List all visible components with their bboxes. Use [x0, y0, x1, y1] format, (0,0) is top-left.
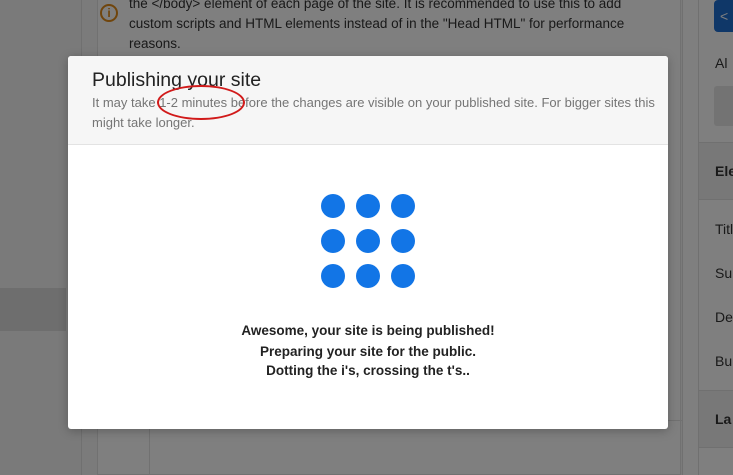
spinner-dot [321, 264, 345, 288]
status-message-1: Awesome, your site is being published! [241, 323, 495, 338]
spinner-dot [391, 194, 415, 218]
status-message-2: Preparing your site for the public. [259, 344, 477, 359]
spinner-dot [356, 229, 380, 253]
spinner-dot [321, 229, 345, 253]
spinner-dot [356, 194, 380, 218]
dialog-header: Publishing your site It may take 1-2 min… [68, 56, 668, 145]
loading-spinner-icon [321, 194, 417, 290]
annotation-circle [157, 85, 245, 120]
spinner-dot [391, 264, 415, 288]
spinner-dot [321, 194, 345, 218]
publishing-dialog: Publishing your site It may take 1-2 min… [68, 56, 668, 429]
status-message-3: Dotting the i's, crossing the t's.. [266, 363, 470, 378]
spinner-dot [391, 229, 415, 253]
spinner-dot [356, 264, 380, 288]
